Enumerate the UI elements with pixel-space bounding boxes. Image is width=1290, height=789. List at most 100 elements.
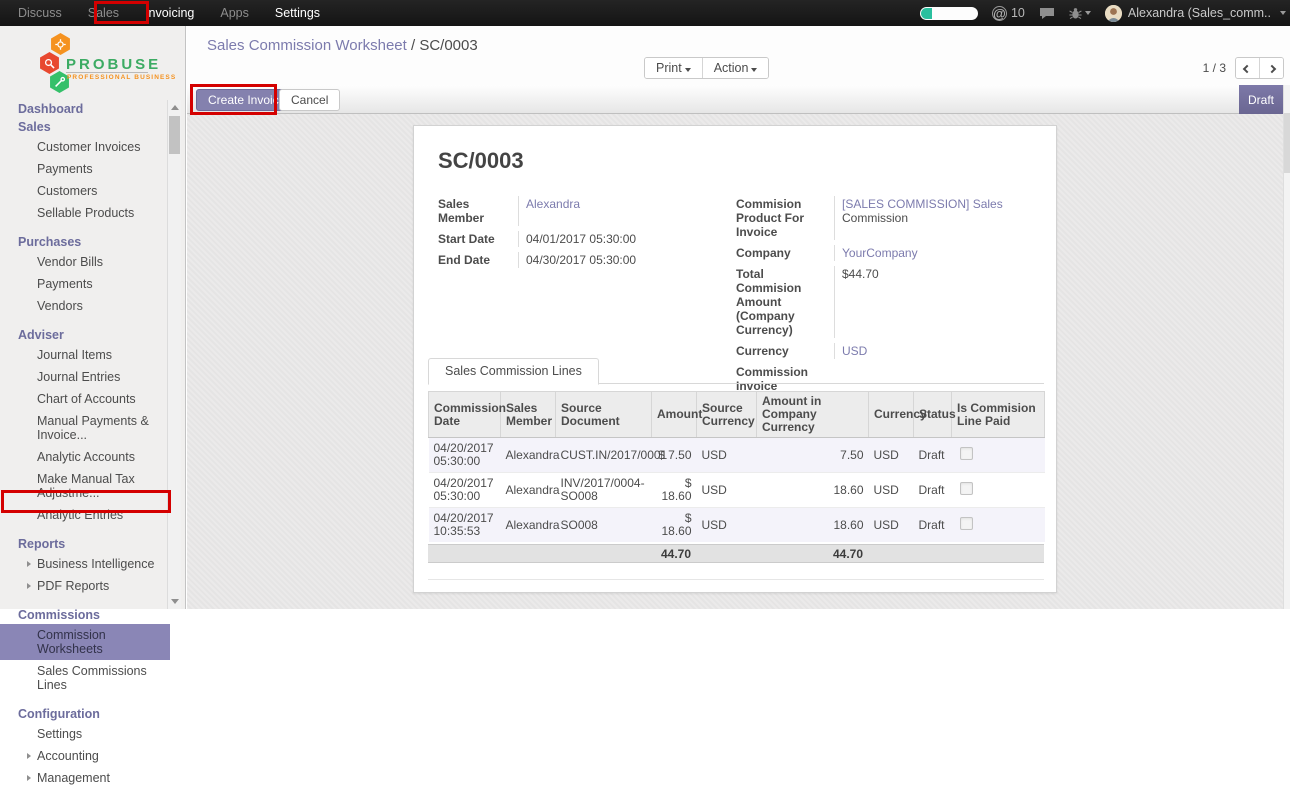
col-header-sales-member[interactable]: Sales Member [501, 392, 556, 438]
page-scrollbar[interactable] [1283, 85, 1290, 609]
sidebar-item-vendors[interactable]: Vendors [0, 295, 167, 317]
cell-currency: USD [869, 438, 914, 473]
cell-member: Alexandra [501, 438, 556, 473]
nav-item-invoicing[interactable]: Invoicing [145, 6, 194, 20]
scroll-up-arrow-icon[interactable] [171, 105, 179, 110]
pager-previous-button[interactable] [1236, 58, 1259, 78]
print-button[interactable]: Print [645, 58, 702, 78]
user-menu[interactable]: Alexandra (Sales_comm.. [1105, 5, 1286, 22]
bug-icon [1069, 7, 1082, 20]
sidebar-item-tax-adjustments[interactable]: Make Manual Tax Adjustme... [0, 468, 167, 504]
sidebar-item-commission-worksheets[interactable]: Commission Worksheets [0, 624, 170, 660]
debug-menu[interactable] [1069, 7, 1091, 20]
sidebar-item-chart-of-accounts[interactable]: Chart of Accounts [0, 388, 167, 410]
tab-sales-commission-lines[interactable]: Sales Commission Lines [428, 358, 599, 385]
sidebar-section-dashboard[interactable]: Dashboard [0, 100, 167, 118]
sidebar-item-manual-payments[interactable]: Manual Payments & Invoice... [0, 410, 167, 446]
total-commission-value: $44.70 [835, 266, 879, 338]
breadcrumb-current: SC/0003 [419, 37, 477, 54]
status-badge-draft[interactable]: Draft [1239, 85, 1283, 114]
sales-member-link[interactable]: Alexandra [526, 197, 580, 211]
app-menus: Discuss Sales Invoicing Apps Settings [0, 6, 320, 20]
col-header-amount-company[interactable]: Amount in Company Currency [757, 392, 869, 438]
line-paid-checkbox[interactable] [960, 482, 973, 495]
commission-product-link[interactable]: [SALES COMMISSION] Sales [842, 197, 1003, 211]
sidebar-item-customers[interactable]: Customers [0, 180, 167, 202]
cell-doc: INV/2017/0004-SO008 [556, 473, 652, 508]
sidebar-item-payments[interactable]: Payments [0, 158, 167, 180]
sidebar-item-label: Business Intelligence [37, 557, 154, 571]
pager-next-button[interactable] [1259, 58, 1283, 78]
sidebar-item-management[interactable]: Management [0, 767, 167, 789]
nav-item-settings[interactable]: Settings [275, 6, 320, 20]
col-header-status[interactable]: Status [914, 392, 952, 438]
table-row[interactable]: 04/20/2017 05:30:00 Alexandra CUST.IN/20… [429, 438, 1045, 473]
nav-item-discuss[interactable]: Discuss [18, 6, 62, 20]
sidebar-item-label: Management [37, 771, 110, 785]
sidebar-item-journal-entries[interactable]: Journal Entries [0, 366, 167, 388]
sidebar-item-analytic-entries[interactable]: Analytic Entries [0, 504, 167, 526]
action-button[interactable]: Action [702, 58, 769, 78]
sidebar-item-journal-items[interactable]: Journal Items [0, 344, 167, 366]
messages-icon[interactable] [1039, 7, 1055, 20]
nav-item-apps[interactable]: Apps [220, 6, 249, 20]
col-header-line-paid[interactable]: Is Commision Line Paid [952, 392, 1045, 438]
line-paid-checkbox[interactable] [960, 517, 973, 530]
table-row[interactable]: 04/20/2017 05:30:00 Alexandra INV/2017/0… [429, 473, 1045, 508]
scrollbar-thumb[interactable] [1284, 113, 1290, 173]
total-amount: 44.70 [651, 547, 696, 561]
timer-widget[interactable] [920, 7, 978, 20]
sidebar-item-customer-invoices[interactable]: Customer Invoices [0, 136, 167, 158]
sidebar-item-settings[interactable]: Settings [0, 723, 167, 745]
nav-item-sales[interactable]: Sales [88, 6, 119, 20]
cell-amount-company: 7.50 [757, 438, 869, 473]
top-navbar: Discuss Sales Invoicing Apps Settings @ … [0, 0, 1290, 26]
scroll-down-arrow-icon[interactable] [171, 599, 179, 604]
activity-count: 10 [1011, 6, 1025, 20]
sidebar-scrollbar[interactable] [167, 100, 181, 609]
col-header-currency[interactable]: Currency [869, 392, 914, 438]
field-label-commission-product: Commision Product For Invoice [736, 196, 835, 240]
scrollbar-thumb[interactable] [169, 116, 180, 154]
cell-amount-company: 18.60 [757, 473, 869, 508]
col-header-commission-date[interactable]: Commission Date [429, 392, 501, 438]
table-totals-row: 44.70 44.70 [428, 544, 1044, 563]
expand-arrow-icon [27, 583, 31, 589]
sidebar-section-sales[interactable]: Sales [0, 118, 167, 136]
sidebar-item-sales-commissions-lines[interactable]: Sales Commissions Lines [0, 660, 167, 696]
sidebar-item-pdf-reports[interactable]: PDF Reports [0, 575, 167, 597]
col-header-source-document[interactable]: Source Document [556, 392, 652, 438]
sidebar-item-business-intelligence[interactable]: Business Intelligence [0, 553, 167, 575]
sidebar-item-sellable-products[interactable]: Sellable Products [0, 202, 167, 224]
sidebar-section-configuration[interactable]: Configuration [0, 705, 167, 723]
cell-date: 04/20/2017 05:30:00 [429, 438, 501, 473]
chevron-down-icon [1280, 11, 1286, 15]
divider [66, 72, 148, 73]
sidebar-item-analytic-accounts[interactable]: Analytic Accounts [0, 446, 167, 468]
sidebar-item-vendor-bills[interactable]: Vendor Bills [0, 251, 167, 273]
sidebar-section-purchases[interactable]: Purchases [0, 233, 167, 251]
cancel-button[interactable]: Cancel [279, 89, 340, 111]
sidebar-section-reports[interactable]: Reports [0, 535, 167, 553]
company-link[interactable]: YourCompany [842, 246, 918, 260]
col-header-source-currency[interactable]: Source Currency [697, 392, 757, 438]
currency-link[interactable]: USD [842, 344, 867, 358]
cell-source-currency: USD [697, 473, 757, 508]
cell-status: Draft [914, 473, 952, 508]
cell-currency: USD [869, 508, 914, 543]
expand-arrow-icon [27, 775, 31, 781]
line-paid-checkbox[interactable] [960, 447, 973, 460]
form-sheet: SC/0003 Sales Member Alexandra Start Dat… [413, 125, 1057, 593]
form-statusbar: Create Invoice Cancel Draft [187, 85, 1283, 114]
table-row[interactable]: 04/20/2017 10:35:53 Alexandra SO008 $ 18… [429, 508, 1045, 543]
activity-menu[interactable]: @ 10 [992, 6, 1025, 21]
breadcrumb-parent-link[interactable]: Sales Commission Worksheet [207, 37, 407, 54]
sidebar-item-payments-purchase[interactable]: Payments [0, 273, 167, 295]
breadcrumb: Sales Commission Worksheet / SC/0003 [207, 37, 478, 54]
sidebar-item-accounting[interactable]: Accounting [0, 745, 167, 767]
expand-arrow-icon [27, 561, 31, 567]
col-header-amount[interactable]: Amount [652, 392, 697, 438]
record-title: SC/0003 [438, 148, 524, 174]
sidebar-section-adviser[interactable]: Adviser [0, 326, 167, 344]
sidebar-menu: Dashboard Sales Customer Invoices Paymen… [0, 100, 167, 789]
